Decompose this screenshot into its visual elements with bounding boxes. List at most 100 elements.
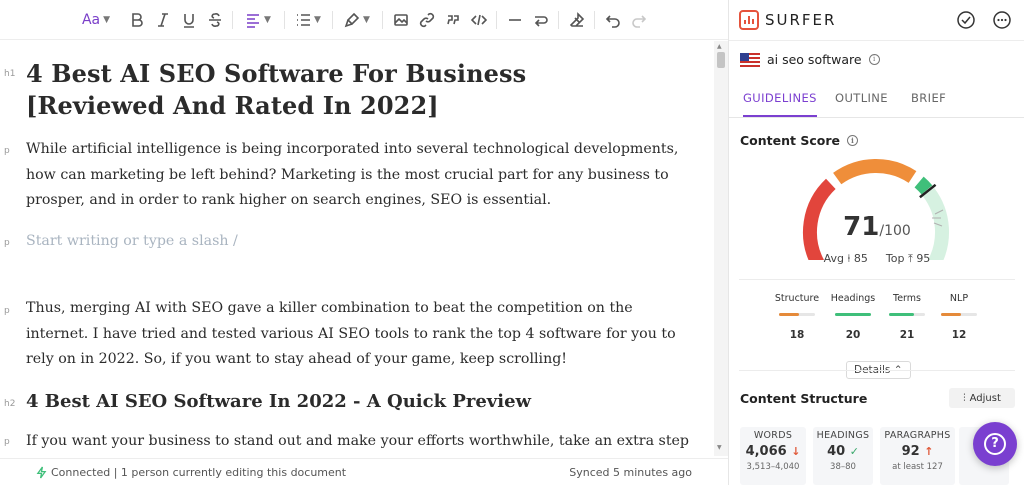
scroll-up-icon[interactable]: ▲	[717, 43, 722, 50]
chevron-down-icon: ▼	[264, 15, 271, 25]
metric-label: NLP	[949, 293, 969, 304]
info-icon[interactable]: i	[868, 54, 880, 65]
metric-structure: Structure 18	[767, 293, 827, 341]
document-editor[interactable]: h1 4 Best AI SEO Software For Business […	[0, 41, 714, 456]
check-circle-icon[interactable]	[956, 10, 976, 30]
metric-value: 20	[845, 329, 861, 341]
metric-progress-fill	[779, 313, 799, 316]
hr-icon	[509, 19, 521, 21]
paragraph[interactable]: Thus, merging AI with SEO gave a killer …	[26, 296, 696, 373]
list-icon	[297, 14, 311, 26]
quote-icon	[447, 15, 459, 25]
surfer-panel: SURFER ai seo software i GUIDELINES OUTL…	[728, 0, 1024, 485]
brand-name: SURFER	[765, 11, 837, 29]
content-score-heading: Content Score i	[740, 133, 858, 148]
structure-label: WORDS	[753, 430, 793, 441]
wrap-icon	[534, 16, 548, 27]
bold-button[interactable]	[128, 9, 146, 31]
code-icon	[471, 14, 487, 26]
block-tag: h2	[4, 399, 16, 409]
tab-brief[interactable]: BRIEF	[911, 91, 946, 117]
list-dropdown[interactable]: ▼	[292, 9, 324, 31]
code-button[interactable]	[470, 9, 488, 31]
document-title[interactable]: 4 Best AI SEO Software For Business [Rev…	[26, 58, 666, 122]
metric-value: 21	[899, 329, 915, 341]
structure-value: 4,066 ↓	[745, 444, 801, 459]
empty-paragraph-placeholder[interactable]: Start writing or type a slash /	[26, 229, 676, 255]
help-button[interactable]: ?	[973, 422, 1017, 466]
metric-progress-bar	[889, 313, 925, 316]
metric-value: 12	[951, 329, 967, 341]
keyword-row[interactable]: ai seo software i	[740, 52, 880, 67]
metric-progress-bar	[941, 313, 977, 316]
content-structure-title: Content Structure	[740, 391, 868, 406]
chevron-down-icon: ▼	[314, 15, 321, 25]
quote-button[interactable]	[444, 9, 462, 31]
underline-button[interactable]	[180, 9, 198, 31]
block-tag: p	[4, 238, 10, 248]
clear-format-icon	[569, 12, 585, 27]
adjust-button[interactable]: ⫶ Adjust	[949, 388, 1015, 408]
section-divider	[739, 370, 1015, 371]
metric-progress-bar	[779, 313, 815, 316]
chevron-down-icon: ▼	[363, 15, 370, 25]
redo-icon	[632, 15, 647, 28]
metric-progress-fill	[835, 313, 871, 316]
horizontal-rule-button[interactable]	[506, 9, 524, 31]
redo-button[interactable]	[630, 9, 648, 31]
structure-value: 40 ✓	[827, 444, 859, 459]
metric-nlp: NLP 12	[929, 293, 989, 341]
more-options-icon[interactable]	[992, 10, 1012, 30]
structure-paragraphs: PARAGRAPHS 92 ↑ at least 127	[880, 427, 955, 485]
link-icon	[419, 12, 435, 28]
toolbar-divider	[382, 11, 383, 29]
toolbar-divider	[496, 11, 497, 29]
content-score-title: Content Score	[740, 133, 840, 148]
scroll-down-icon[interactable]: ▼	[717, 444, 722, 451]
section-heading[interactable]: 4 Best AI SEO Software In 2022 - A Quick…	[26, 389, 676, 415]
scrollbar-thumb[interactable]	[717, 52, 725, 68]
link-button[interactable]	[418, 9, 436, 31]
metric-value: 18	[789, 329, 805, 341]
editor-scrollbar[interactable]	[714, 41, 728, 456]
top-score: Top ⤒ 95	[885, 252, 931, 265]
tab-guidelines[interactable]: GUIDELINES	[743, 91, 817, 117]
score-max: /100	[879, 223, 911, 239]
paragraph[interactable]: While artificial intelligence is being i…	[26, 137, 686, 214]
strikethrough-button[interactable]	[206, 9, 224, 31]
sync-status: Synced 5 minutes ago	[569, 466, 692, 479]
structure-value: 92 ↑	[901, 444, 934, 459]
trend-icon: ↑	[924, 445, 934, 458]
metric-label: Structure	[774, 293, 820, 304]
avg-icon: ⍿	[847, 252, 851, 265]
bold-icon	[132, 13, 143, 27]
structure-label: HEADINGS	[816, 430, 870, 441]
clear-formatting-button[interactable]	[568, 9, 586, 31]
image-icon	[394, 14, 408, 26]
gauge-segment-green	[914, 176, 933, 195]
info-icon[interactable]: i	[846, 135, 858, 146]
align-dropdown[interactable]: ▼	[240, 9, 276, 31]
italic-button[interactable]	[154, 9, 172, 31]
tab-outline[interactable]: OUTLINE	[835, 91, 888, 117]
structure-range: 3,513–4,040	[746, 462, 800, 472]
avg-score: Avg ⍿ 85	[823, 252, 868, 265]
block-tag: p	[4, 146, 10, 156]
align-icon	[247, 14, 260, 28]
image-button[interactable]	[392, 9, 410, 31]
content-score-gauge	[803, 159, 949, 260]
paragraph[interactable]: If you want your business to stand out a…	[26, 429, 706, 455]
structure-range: 38–80	[830, 462, 856, 472]
highlight-dropdown[interactable]: ▼	[340, 9, 374, 31]
font-size-label: Aa	[81, 12, 101, 28]
header-divider	[729, 40, 1024, 41]
gauge-segment-orange	[833, 159, 917, 185]
undo-button[interactable]	[604, 9, 622, 31]
score-number: 71	[843, 212, 880, 242]
font-size-dropdown[interactable]: Aa ▼	[80, 9, 112, 31]
metric-progress-fill	[889, 313, 915, 316]
italic-icon	[158, 13, 168, 27]
panel-tabs: GUIDELINES OUTLINE BRIEF	[729, 84, 1024, 118]
line-break-button[interactable]	[532, 9, 550, 31]
underline-icon	[184, 14, 194, 28]
